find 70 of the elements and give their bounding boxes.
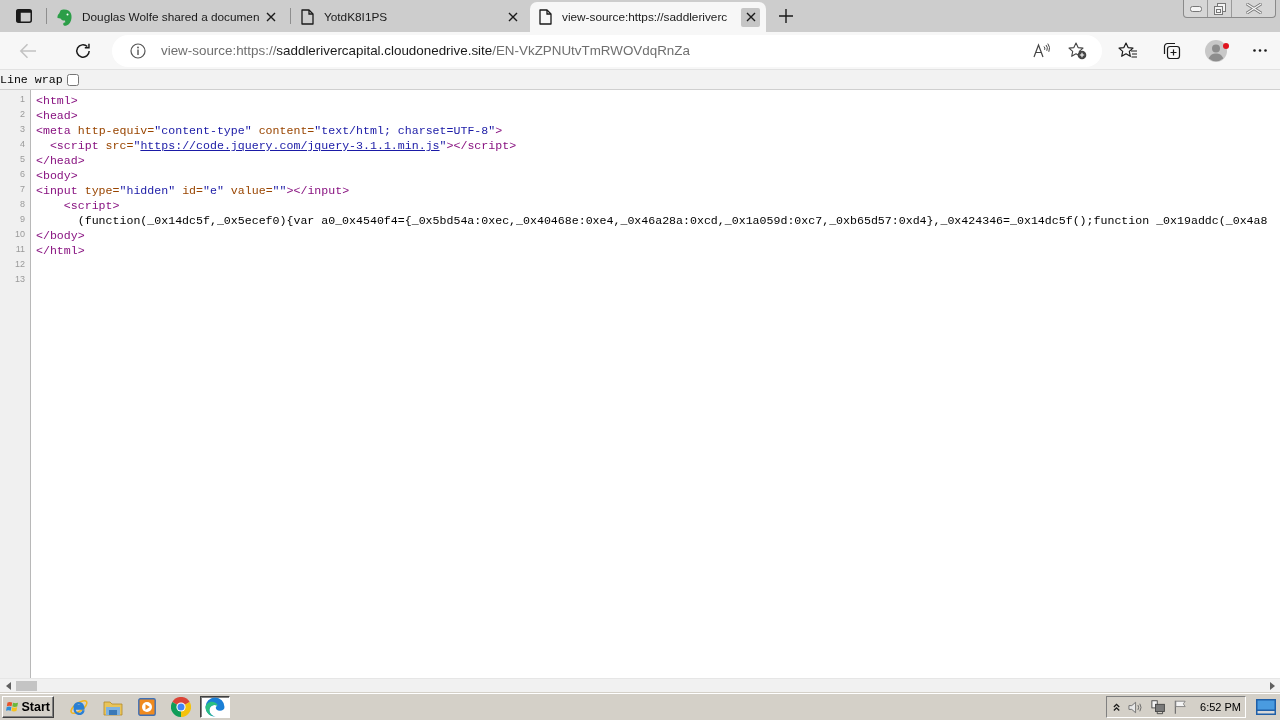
avatar-icon	[1205, 39, 1227, 62]
double-chevron-icon[interactable]	[1113, 702, 1121, 712]
code-line: <html>	[36, 94, 78, 107]
code-line: </head>	[36, 154, 85, 167]
line-number: 10	[15, 228, 25, 239]
browser-tab[interactable]: view-source:https://saddleriverc	[530, 2, 766, 32]
line-number: 6	[20, 168, 25, 179]
wave-logo-icon	[205, 697, 225, 717]
folder-icon	[103, 698, 123, 716]
document-icon	[301, 9, 314, 25]
document-icon	[539, 9, 552, 25]
e-logo-icon	[69, 697, 89, 717]
close-icon	[745, 12, 756, 22]
more-icon	[1253, 49, 1267, 52]
line-number: 3	[20, 123, 25, 134]
line-number: 9	[20, 213, 25, 224]
url-text: view-source:https://saddlerivercapital.cloudonedrive.site/EN-VkZPNUtvTmRWOVdqRnZa	[161, 43, 691, 58]
code-line: <head>	[36, 109, 78, 122]
refresh-icon	[74, 41, 92, 60]
notification-dot-icon	[1223, 42, 1229, 49]
code-line: </html>	[36, 244, 85, 257]
close-icon	[507, 12, 518, 22]
back-arrow-icon	[19, 42, 37, 59]
minimize-icon	[1189, 5, 1202, 12]
tab-actions-icon	[16, 9, 32, 23]
line-number: 4	[20, 138, 25, 149]
close-icon	[266, 12, 276, 22]
plus-icon	[779, 9, 793, 23]
line-number: 12	[15, 258, 25, 269]
network-icon[interactable]	[1151, 699, 1166, 715]
line-number: 8	[20, 198, 25, 209]
scroll-right-icon[interactable]	[1270, 682, 1275, 690]
speaker-icon[interactable]	[1128, 699, 1144, 715]
read-aloud-icon	[1032, 43, 1050, 58]
restore-icon	[1213, 2, 1226, 15]
line-number: 2	[20, 108, 25, 119]
close-tab-button[interactable]	[741, 7, 760, 27]
line-wrap-label: Line wrap	[0, 73, 63, 86]
browser-tab[interactable]: Douglas Wolfe shared a documen	[48, 2, 284, 32]
flag-icon[interactable]	[1173, 699, 1187, 715]
info-icon	[130, 42, 146, 59]
taskbar-button[interactable]	[200, 696, 230, 718]
code-line: </body>	[36, 229, 85, 242]
star-plus-icon	[1067, 41, 1087, 60]
start-button[interactable]: Start	[2, 696, 54, 718]
desktop-icon[interactable]	[1256, 699, 1276, 715]
collections-icon	[1163, 41, 1181, 60]
line-number: 13	[15, 273, 25, 284]
scrollbar-thumb[interactable]	[16, 681, 37, 691]
round-logo-icon	[171, 697, 191, 717]
code-line: <script src="https://code.jquery.com/jquery-3.1.1.min.js"></script>	[48, 139, 517, 152]
browser-tab[interactable]: YotdK8I1PS	[292, 2, 528, 32]
code-line: <input type="hidden" id="e" value=""></input>	[36, 184, 350, 197]
close-icon	[1245, 3, 1262, 14]
line-number: 11	[15, 243, 25, 254]
address-field[interactable]: view-source:https://saddlerivercapital.cloudonedrive.site/EN-VkZPNUtvTmRWOVdqRnZa	[112, 34, 1102, 67]
favorites-icon	[1118, 42, 1138, 59]
scroll-left-icon[interactable]	[6, 682, 11, 690]
code-line: <meta http-equiv="content-type" content="text/html; charset=UTF-8">	[36, 124, 503, 137]
code-link[interactable]: https://code.jquery.com/jquery-3.1.1.min.js	[140, 139, 440, 152]
clock-text[interactable]: 6:52 PM	[1200, 701, 1241, 713]
line-wrap-checkbox[interactable]	[66, 73, 79, 86]
line-number: 7	[20, 183, 25, 194]
code-line: <body>	[36, 169, 78, 182]
code-line: <script>	[62, 199, 120, 212]
play-icon	[138, 698, 156, 716]
code-line: (function(_0x14dc5f,_0x5ecef0){var a0_0x4540f4={_0x5bd54a:0xec,_0x40468e:0xe4,_0x46a28a:0xcd,_0x1a059d:0xc7,_0xb65d57:0xd4},_0x424346=_0x14dc5f();function _0x19addc(_0x4a8	[76, 214, 1268, 227]
line-number: 5	[20, 153, 25, 164]
site-logo-icon	[57, 8, 72, 26]
line-number: 1	[20, 93, 25, 104]
